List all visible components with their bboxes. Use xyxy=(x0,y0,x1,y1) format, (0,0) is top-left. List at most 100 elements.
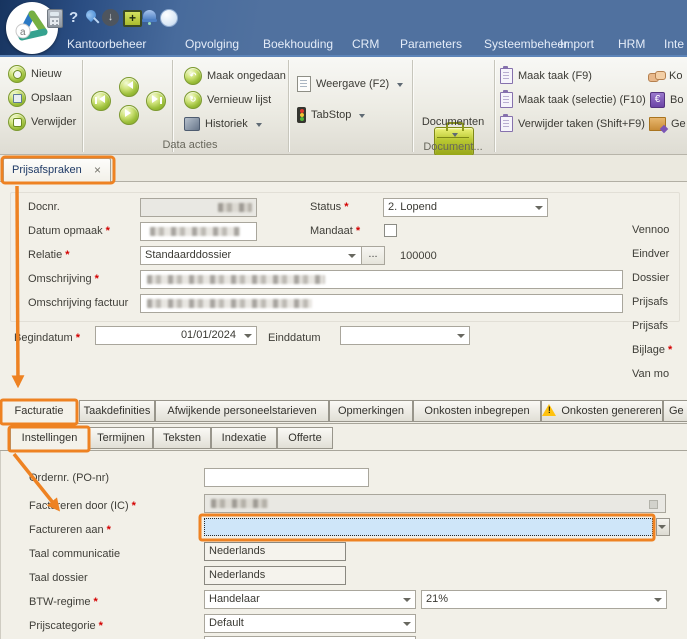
tabstop-button[interactable]: TabStop xyxy=(297,105,365,125)
tab-cutoff[interactable]: Ge xyxy=(663,400,687,422)
delete-button[interactable]: Verwijder xyxy=(8,112,76,132)
taal-communicatie-label: Taal communicatie xyxy=(29,548,120,560)
chevron-down-icon xyxy=(654,598,662,606)
ordernr-label: Ordernr. (PO-nr) xyxy=(29,472,109,484)
menu-kantoorbeheer[interactable]: Kantoorbeheer xyxy=(67,34,146,54)
save-label: Opslaan xyxy=(31,92,72,104)
circle-down-icon[interactable]: ↓ xyxy=(102,9,119,26)
book-button-cutoff[interactable]: Bo xyxy=(650,90,683,110)
prijscategorie-dropdown[interactable]: Default xyxy=(204,614,416,633)
tab-offerte[interactable]: Offerte xyxy=(277,427,333,449)
datum-opmaak-label: Datum opmaak* xyxy=(28,225,110,237)
tab-termijnen[interactable]: Termijnen xyxy=(89,427,153,449)
view-button[interactable]: Weergave (F2) xyxy=(297,74,403,94)
mandaat-label: Mandaat* xyxy=(310,225,360,237)
task-clipboard-icon xyxy=(500,116,513,132)
factureren-aan-dropdown-button[interactable] xyxy=(656,518,670,536)
btw-regime-dropdown[interactable]: Handelaar xyxy=(204,590,416,609)
tab-onkosten-inbegrepen[interactable]: Onkosten inbegrepen xyxy=(413,400,541,422)
delete-tasks-button[interactable]: Verwijder taken (Shift+F9) xyxy=(500,114,645,134)
tab-teksten[interactable]: Teksten xyxy=(153,427,211,449)
history-icon xyxy=(184,117,200,131)
relatie-combo[interactable]: Standaarddossier ... xyxy=(140,246,385,265)
relatie-browse-button[interactable]: ... xyxy=(361,247,384,264)
history-label: Historiek xyxy=(205,118,248,130)
sub-tabstrip: Instellingen Termijnen Teksten Indexatie… xyxy=(0,426,687,451)
nav-first-icon[interactable] xyxy=(91,91,111,111)
prijsafspraak-label-cutoff: Prijsafs xyxy=(632,296,668,308)
ordernr-input[interactable] xyxy=(204,468,369,487)
einddatum-label: Einddatum xyxy=(268,332,321,344)
tab-onkosten-genereren[interactable]: Onkosten genereren xyxy=(541,400,663,422)
dossier-label-cutoff: Dossier xyxy=(632,272,669,284)
status-label: Status* xyxy=(310,201,348,213)
nav-next-icon[interactable] xyxy=(119,105,139,125)
tab-prijsafspraken[interactable]: Prijsafspraken × xyxy=(3,158,111,182)
menu-systeembeheer[interactable]: Systeembeheer xyxy=(484,34,568,54)
prijsafspraken-form: Docnr. Status* 2. Lopend Datum opmaak* M… xyxy=(0,182,687,399)
tab-prijsafspraken-label: Prijsafspraken xyxy=(12,164,82,176)
mandaat-checkbox[interactable] xyxy=(384,224,397,237)
calculator-icon[interactable] xyxy=(47,9,63,28)
tab-indexatie[interactable]: Indexatie xyxy=(211,427,277,449)
eindverantwoordelijke-label-cutoff: Eindver xyxy=(632,248,669,260)
refresh-list-label: Vernieuw lijst xyxy=(207,94,271,106)
undo-button[interactable]: ↶ Maak ongedaan xyxy=(184,66,286,86)
help-icon[interactable]: ? xyxy=(69,9,78,26)
info-icon[interactable] xyxy=(160,9,178,27)
chevron-down-icon xyxy=(244,334,252,342)
menu-integraties-cutoff[interactable]: Inte xyxy=(664,34,684,54)
btw-regime-label: BTW-regime* xyxy=(29,596,98,608)
factureren-aan-combo[interactable] xyxy=(204,518,653,536)
einddatum-picker[interactable] xyxy=(340,326,470,345)
save-icon xyxy=(8,89,26,107)
refresh-list-button[interactable]: ↻ Vernieuw lijst xyxy=(184,90,271,110)
close-icon[interactable]: × xyxy=(94,159,101,182)
chevron-down-icon xyxy=(457,334,465,342)
make-task-label: Maak taak (F9) xyxy=(518,70,592,82)
traffic-light-icon xyxy=(297,107,306,123)
status-dropdown[interactable]: 2. Lopend xyxy=(383,198,548,217)
view-icon xyxy=(297,76,311,92)
ribbon-toolbar: Nieuw Opslaan Verwijder ↶ Maak ongedaan … xyxy=(0,57,687,155)
vennoot-label-cutoff: Vennoo xyxy=(632,224,669,236)
pushpin-icon[interactable] xyxy=(84,8,98,22)
menu-import[interactable]: Import xyxy=(560,34,594,54)
delete-label: Verwijder xyxy=(31,116,76,128)
menu-boekhouding[interactable]: Boekhouding xyxy=(263,34,333,54)
undo-label: Maak ongedaan xyxy=(207,70,286,82)
make-task-selection-button[interactable]: Maak taak (selectie) (F10) xyxy=(500,90,646,110)
datum-opmaak-value-redacted xyxy=(150,227,240,236)
generate-label-cutoff: Ge xyxy=(671,118,686,130)
menu-hrm[interactable]: HRM xyxy=(618,34,645,54)
tab-facturatie[interactable]: Facturatie xyxy=(1,399,77,424)
menu-parameters[interactable]: Parameters xyxy=(400,34,462,54)
history-button[interactable]: Historiek xyxy=(184,114,262,134)
chevron-down-icon xyxy=(403,598,411,606)
tab-opmerkingen[interactable]: Opmerkingen xyxy=(329,400,413,422)
factureren-door-label: Factureren door (IC)* xyxy=(29,500,136,512)
copy-button-cutoff[interactable]: Ko xyxy=(648,66,682,86)
btw-percentage-dropdown[interactable]: 21% xyxy=(421,590,667,609)
copy-label-cutoff: Ko xyxy=(669,70,682,82)
nav-prev-icon[interactable] xyxy=(119,77,139,97)
begindatum-picker[interactable]: 01/01/2024 xyxy=(95,326,257,345)
generate-button-cutoff[interactable]: Ge xyxy=(649,114,686,134)
menu-opvolging[interactable]: Opvolging xyxy=(185,34,239,54)
van-mo-label-cutoff: Van mo xyxy=(632,368,669,380)
task-clipboard-icon xyxy=(500,68,513,84)
menu-crm[interactable]: CRM xyxy=(352,34,379,54)
make-task-button[interactable]: Maak taak (F9) xyxy=(500,66,592,86)
nav-last-icon[interactable] xyxy=(146,91,166,111)
tab-taakdefinities[interactable]: Taakdefinities xyxy=(79,400,155,422)
screen-add-icon[interactable]: + xyxy=(123,10,142,27)
tab-afwijkende-personeelstarieven[interactable]: Afwijkende personeelstarieven xyxy=(155,400,329,422)
delete-icon xyxy=(8,113,26,131)
tab-instellingen[interactable]: Instellingen xyxy=(10,426,89,451)
documents-label: Documenten xyxy=(408,116,498,128)
new-label: Nieuw xyxy=(31,68,62,80)
chevron-down-icon xyxy=(359,114,365,121)
bell-icon[interactable] xyxy=(143,10,156,20)
save-button[interactable]: Opslaan xyxy=(8,88,72,108)
new-button[interactable]: Nieuw xyxy=(8,64,62,84)
